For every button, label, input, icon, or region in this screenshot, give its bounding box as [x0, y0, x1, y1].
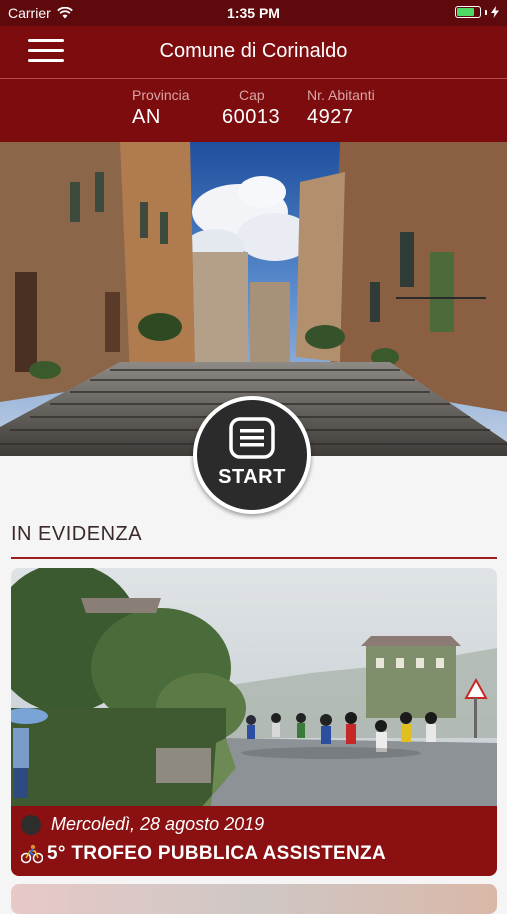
provincia-value: AN	[132, 106, 161, 128]
section-divider	[11, 557, 497, 559]
event-date: Mercoledì, 28 agosto 2019	[51, 814, 265, 834]
cap-label: Cap	[239, 87, 265, 103]
event-date-row: Mercoledì, 28 agosto 2019	[21, 814, 264, 835]
calendar-dot-icon	[21, 814, 41, 835]
list-document-icon	[197, 417, 307, 464]
status-bar: Carrier 1:35 PM	[0, 0, 507, 26]
info-provincia: Provincia AN	[132, 87, 190, 129]
featured-section-title: IN EVIDENZA	[11, 523, 143, 545]
info-cap: Cap 60013	[222, 87, 280, 129]
event-title: 5° TROFEO PUBBLICA ASSISTENZA	[47, 843, 386, 864]
page-title: Comune di Corinaldo	[159, 40, 348, 62]
start-button[interactable]: START	[193, 396, 311, 514]
clock: 1:35 PM	[227, 5, 280, 21]
provincia-label: Provincia	[132, 87, 190, 103]
battery-tip	[485, 9, 487, 15]
event-caption: Mercoledì, 28 agosto 2019 5° TROFEO PUBB…	[11, 806, 497, 876]
battery-icon	[455, 6, 481, 18]
municipality-info-bar: Provincia AN Cap 60013 Nr. Abitanti 4927	[0, 79, 507, 142]
event-photo	[11, 568, 497, 808]
abitanti-value: 4927	[307, 106, 354, 128]
status-right	[455, 6, 499, 18]
cap-value: 60013	[222, 106, 281, 128]
abitanti-label: Nr. Abitanti	[307, 87, 375, 103]
next-event-card[interactable]	[11, 884, 497, 914]
info-abitanti: Nr. Abitanti 4927	[307, 87, 375, 129]
cyclist-icon	[21, 844, 43, 864]
start-label: START	[218, 466, 286, 488]
top-navbar: Comune di Corinaldo	[0, 26, 507, 79]
featured-event-card[interactable]: Mercoledì, 28 agosto 2019 5° TROFEO PUBB…	[11, 568, 497, 876]
charging-bolt-icon	[491, 6, 499, 18]
event-title-row: 5° TROFEO PUBBLICA ASSISTENZA	[21, 843, 386, 865]
